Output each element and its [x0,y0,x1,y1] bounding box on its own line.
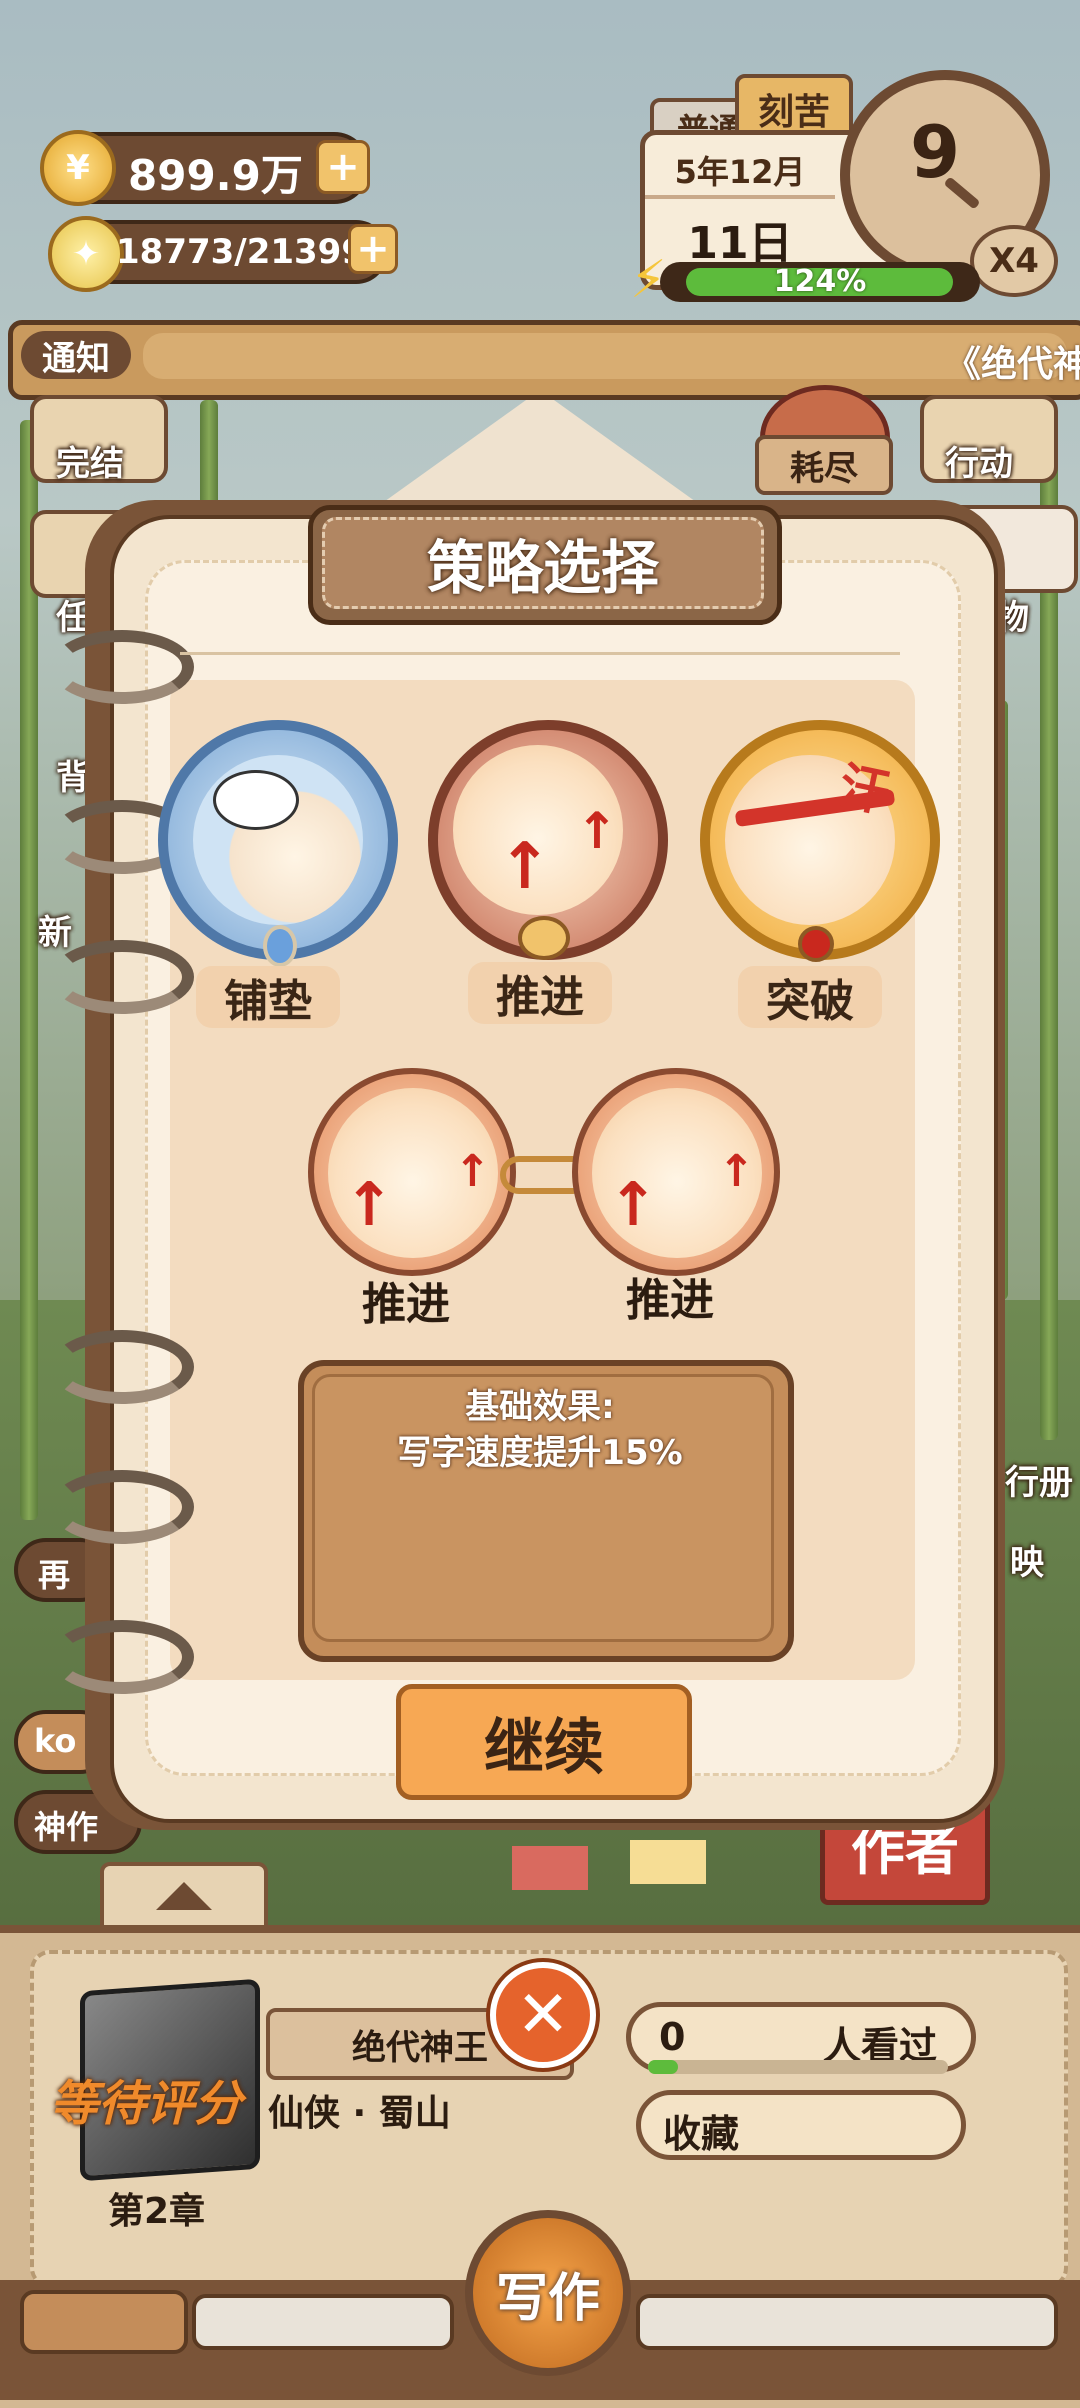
option-setup-label: 铺垫 [196,966,340,1028]
coin-value: 899.9万 [128,151,303,200]
speed-button[interactable]: X4 [970,225,1058,297]
left-partial-label: ko [34,1722,77,1760]
option-breakthrough-label: 突破 [738,966,882,1028]
notice-track [143,333,1067,379]
left-partial-label: 再 [38,1556,71,1594]
dialog-divider [180,652,900,655]
bookmark-tab-red[interactable] [512,1846,588,1890]
binder-ring-icon [50,1470,194,1544]
red-gem-icon [798,926,834,962]
bottom-tab-left[interactable] [20,2290,188,2354]
lightning-icon[interactable]: ⚡ [630,250,676,310]
binder-ring-icon [50,1330,194,1404]
side-label-book: 行册 [1005,1463,1073,1503]
effect-title: 基础效果: [465,1387,615,1427]
option-setup-medal[interactable] [158,720,398,967]
up-arrow-icon: ↑ [608,1170,659,1240]
thought-bubble-icon [213,770,299,830]
option-advance-label: 推进 [468,962,612,1024]
effect-box-text: 基础效果: 写字速度提升15% [312,1384,768,1476]
up-arrow-icon: ↑ [576,802,618,860]
dialog-title: 策略选择 [322,517,764,609]
calendar-divider [645,195,835,199]
notice-ticker: 《绝代神 [945,344,1080,385]
write-button[interactable]: 写作 [465,2210,631,2376]
awaiting-rating-label: 等待评分 [50,2076,243,2132]
gold-gem-icon [518,916,570,960]
chain-slot-1-label: 推进 [362,1279,450,1330]
option-breakthrough-medal[interactable]: 汗 [700,720,940,962]
binder-ring-icon [50,940,194,1014]
up-arrow-icon: ↑ [344,1170,395,1240]
bookmark-tab-yellow[interactable] [630,1840,706,1884]
inspiration-counter: ✦ 18773/21399 + [48,216,398,292]
up-arrow-icon: ↑ [498,830,552,904]
effect-description: 写字速度提升15% [397,1433,683,1473]
side-label-show: 映 [1010,1543,1044,1583]
side-label-new: 新 [38,913,72,953]
binder-ring-icon [50,630,194,704]
coin-icon: ¥ [40,130,116,206]
chain-slot-2[interactable]: ↑ ↑ [572,1068,780,1276]
side-label-action: 行动 [945,444,1013,484]
continue-button[interactable]: 继续 [396,1684,692,1800]
energy-bar: 124% [660,262,980,302]
up-arrow-icon: ↑ [454,1146,491,1197]
collect-button[interactable]: 收藏 [636,2090,966,2160]
chapter-label: 第2章 [108,2191,206,2232]
exhausted-label: 耗尽 [755,435,893,495]
energy-percent: 124% [773,264,867,299]
views-count: 0 [659,2015,686,2059]
add-coins-button[interactable]: + [316,140,370,194]
calendar-year-month: 5年12月 [674,153,806,191]
clock-hour: 9 [909,110,961,194]
notice-bar[interactable]: 通知 《绝代神 [8,320,1080,400]
collapse-arrow-icon [156,1882,212,1910]
side-label-finish: 完结 [56,444,124,484]
lightbulb-icon: ✦ [48,216,124,292]
views-progress-fill [648,2060,678,2074]
bottom-tab-middle[interactable] [192,2294,454,2350]
collect-label: 收藏 [663,2112,740,2156]
blue-gem-icon [263,925,297,967]
left-partial-label: 神作 [34,1808,99,1846]
close-icon[interactable]: ✕ [490,1962,596,2068]
coin-counter: ¥ 899.9万 + [40,130,370,206]
inspiration-value: 18773/21399 [116,232,365,272]
option-advance-medal[interactable]: ↑ ↑ [428,720,668,960]
binder-ring-icon [50,1620,194,1694]
add-inspiration-button[interactable]: + [348,224,398,274]
bottom-tab-right[interactable] [636,2294,1058,2350]
up-arrow-icon: ↑ [718,1146,755,1197]
chain-slot-2-label: 推进 [626,1275,714,1326]
book-genre: 仙侠 · 蜀山 [268,2093,451,2134]
views-progress [648,2060,948,2074]
chain-slot-1[interactable]: ↑ ↑ [308,1068,516,1276]
notice-label: 通知 [21,331,131,379]
